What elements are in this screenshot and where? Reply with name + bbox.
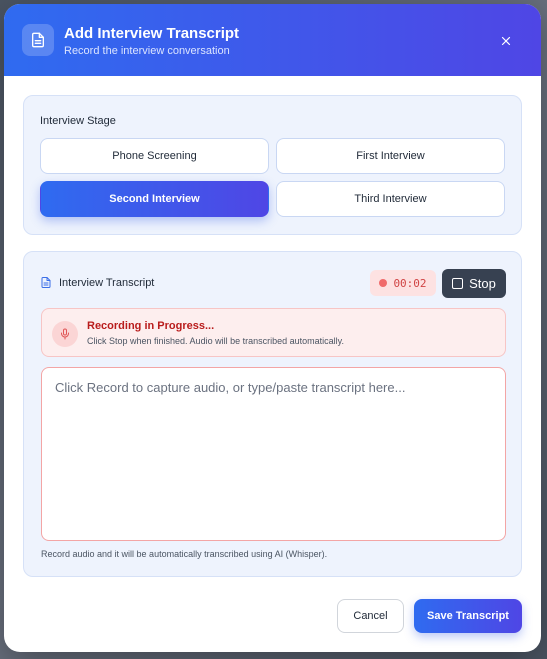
recording-status-banner: Recording in Progress... Click Stop when… (41, 308, 506, 357)
recording-dot-icon (379, 279, 388, 287)
microphone-icon (52, 321, 78, 347)
stop-button-label: Stop (469, 276, 496, 291)
stage-option-phone-screening[interactable]: Phone Screening (40, 138, 269, 174)
add-transcript-dialog: Add Interview Transcript Record the inte… (4, 4, 541, 652)
recording-subtitle: Click Stop when finished. Audio will be … (87, 336, 344, 346)
close-button[interactable] (496, 31, 516, 51)
file-text-icon (40, 276, 52, 294)
interview-transcript-section: Interview Transcript 00:02 Stop Recordin… (23, 251, 522, 577)
cancel-button[interactable]: Cancel (337, 599, 404, 633)
close-icon (501, 36, 511, 46)
dialog-subtitle: Record the interview conversation (64, 45, 230, 57)
stop-square-icon (452, 278, 464, 289)
document-icon (22, 24, 54, 56)
stage-option-second-interview[interactable]: Second Interview (40, 181, 269, 217)
transcript-helper-text: Record audio and it will be automaticall… (41, 549, 328, 559)
stop-button[interactable]: Stop (442, 269, 506, 298)
timer-value: 00:02 (393, 276, 427, 290)
recording-timer: 00:02 (370, 270, 436, 296)
transcript-textarea[interactable] (41, 367, 506, 541)
interview-stage-label: Interview Stage (40, 115, 116, 127)
save-transcript-button[interactable]: Save Transcript (414, 599, 522, 633)
dialog-title: Add Interview Transcript (64, 25, 240, 42)
stage-option-third-interview[interactable]: Third Interview (276, 181, 505, 217)
recording-title: Recording in Progress... (87, 320, 215, 332)
dialog-header: Add Interview Transcript Record the inte… (4, 4, 541, 76)
stage-option-first-interview[interactable]: First Interview (276, 138, 505, 174)
interview-stage-section: Interview Stage Phone Screening First In… (23, 95, 522, 235)
interview-transcript-label: Interview Transcript (59, 277, 155, 289)
